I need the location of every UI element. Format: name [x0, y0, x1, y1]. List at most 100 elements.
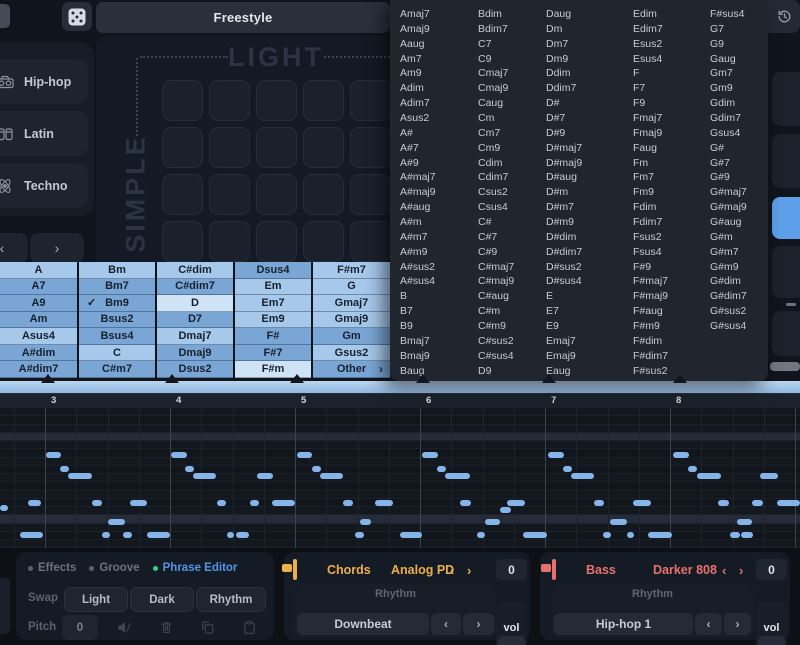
- chord-cell-dsus4[interactable]: Dsus4: [235, 262, 311, 279]
- chord-menu-item[interactable]: C#sus4: [478, 349, 514, 364]
- chord-menu-item[interactable]: Bdim: [478, 7, 514, 22]
- region-marker[interactable]: [165, 374, 179, 383]
- midi-note[interactable]: [272, 500, 295, 506]
- chord-cell-dmaj7[interactable]: Dmaj7: [157, 328, 233, 345]
- chord-menu-item[interactable]: A#sus2: [400, 260, 436, 275]
- style-pad[interactable]: [162, 80, 203, 121]
- bass-pattern-next[interactable]: ›: [724, 613, 751, 635]
- chord-cell-c#dim[interactable]: C#dim: [157, 262, 233, 279]
- chord-menu-item[interactable]: Adim: [400, 81, 436, 96]
- trash-icon[interactable]: [159, 620, 174, 635]
- bass-volume-slider[interactable]: vol: [756, 602, 787, 645]
- chord-menu-item[interactable]: F#sus2: [633, 364, 668, 379]
- window-edge-button[interactable]: [0, 4, 10, 28]
- midi-note[interactable]: [102, 532, 110, 538]
- chord-cell-gsus2[interactable]: Gsus2: [313, 345, 390, 362]
- chord-menu-item[interactable]: Csus2: [478, 185, 514, 200]
- chord-cell-f#m7[interactable]: F#m7: [313, 262, 390, 279]
- chord-menu-item[interactable]: D#maj9: [546, 156, 582, 171]
- chord-menu-item[interactable]: A#m9: [400, 245, 436, 260]
- chord-menu-item[interactable]: Aaug: [400, 37, 436, 52]
- style-pad[interactable]: [350, 80, 391, 121]
- chord-menu-item[interactable]: D9: [478, 364, 514, 379]
- tab-phrase-editor[interactable]: Phrase Editor: [153, 562, 238, 574]
- midi-note[interactable]: [460, 500, 471, 506]
- chord-menu-item[interactable]: B9: [400, 319, 436, 334]
- chord-menu-item[interactable]: Caug: [478, 96, 514, 111]
- chord-menu-item[interactable]: D#: [546, 96, 582, 111]
- midi-note[interactable]: [603, 532, 611, 538]
- chord-menu-item[interactable]: F: [633, 66, 668, 81]
- right-sidebar-button[interactable]: [772, 246, 800, 298]
- right-scroll-handle[interactable]: [770, 362, 800, 371]
- chord-menu-item[interactable]: D#dim7: [546, 245, 582, 260]
- chord-cell-em[interactable]: Em: [235, 279, 311, 296]
- chord-menu-item[interactable]: Fm9: [633, 185, 668, 200]
- genre-prev-button[interactable]: ‹: [0, 233, 28, 263]
- midi-note[interactable]: [0, 505, 8, 511]
- chord-menu-item[interactable]: D#m7: [546, 200, 582, 215]
- midi-note[interactable]: [477, 532, 485, 538]
- chord-cell-f#[interactable]: F#: [235, 328, 311, 345]
- chord-cell-c#m7[interactable]: C#m7: [79, 361, 155, 378]
- midi-note[interactable]: [523, 532, 547, 538]
- chord-menu-item[interactable]: C#m: [478, 304, 514, 319]
- midi-note[interactable]: [147, 532, 170, 538]
- chord-cell-bsus2[interactable]: Bsus2: [79, 312, 155, 329]
- midi-note[interactable]: [355, 532, 364, 538]
- chord-menu-item[interactable]: A#maj7: [400, 170, 436, 185]
- chord-cell-c#dim7[interactable]: C#dim7: [157, 279, 233, 296]
- chord-cell-f#7[interactable]: F#7: [235, 345, 311, 362]
- chord-cell-am[interactable]: Am: [0, 312, 77, 329]
- midi-note[interactable]: [563, 466, 572, 472]
- chord-cell-gm[interactable]: Gm: [313, 328, 390, 345]
- genre-button-hip-hop[interactable]: Hip-hop: [0, 59, 88, 104]
- style-pad[interactable]: [162, 127, 203, 168]
- chord-menu-item[interactable]: G#9: [710, 170, 747, 185]
- chord-menu-item[interactable]: D#m9: [546, 215, 582, 230]
- style-pad[interactable]: [209, 174, 250, 215]
- chord-menu-item[interactable]: Csus4: [478, 200, 514, 215]
- chord-menu-item[interactable]: Emaj9: [546, 349, 582, 364]
- chord-menu-item[interactable]: C#m9: [478, 319, 514, 334]
- chord-menu-item[interactable]: C#maj7: [478, 260, 514, 275]
- chord-menu-item[interactable]: Fsus4: [633, 245, 668, 260]
- midi-note[interactable]: [257, 473, 273, 479]
- midi-note[interactable]: [760, 473, 778, 479]
- bass-preset-prev[interactable]: ‹: [722, 563, 726, 578]
- chord-cell-g[interactable]: G: [313, 279, 390, 296]
- chord-cell-gmaj7[interactable]: Gmaj7: [313, 295, 390, 312]
- right-sidebar-button[interactable]: [772, 72, 800, 126]
- midi-note[interactable]: [627, 532, 634, 538]
- chord-menu-item[interactable]: Asus2: [400, 111, 436, 126]
- chord-menu-item[interactable]: C#9: [478, 245, 514, 260]
- chord-menu-item[interactable]: Fmaj7: [633, 111, 668, 126]
- style-pad[interactable]: [350, 127, 391, 168]
- chord-menu-item[interactable]: Cmaj7: [478, 66, 514, 81]
- chord-menu-item[interactable]: Am7: [400, 52, 436, 67]
- midi-note[interactable]: [193, 473, 216, 479]
- chord-menu-item[interactable]: G#dim7: [710, 289, 747, 304]
- chord-menu-item[interactable]: Dm: [546, 22, 582, 37]
- chord-menu-item[interactable]: Faug: [633, 141, 668, 156]
- midi-note[interactable]: [375, 500, 393, 506]
- midi-note[interactable]: [217, 500, 226, 506]
- midi-note[interactable]: [312, 466, 321, 472]
- style-pad[interactable]: [350, 221, 391, 262]
- style-pad[interactable]: [209, 221, 250, 262]
- chord-menu-item[interactable]: G7: [710, 22, 747, 37]
- style-pad[interactable]: [303, 174, 344, 215]
- chord-menu-item[interactable]: F#dim7: [633, 349, 668, 364]
- chord-menu-item[interactable]: B: [400, 289, 436, 304]
- style-pad[interactable]: [303, 127, 344, 168]
- chord-menu-item[interactable]: Gm7: [710, 66, 747, 81]
- midi-note[interactable]: [633, 500, 651, 506]
- chord-menu-item[interactable]: Ddim7: [546, 81, 582, 96]
- chord-cell-bm7[interactable]: Bm7: [79, 279, 155, 296]
- midi-note[interactable]: [610, 519, 627, 525]
- chord-menu-item[interactable]: F#maj9: [633, 289, 668, 304]
- chord-menu-item[interactable]: A#maj9: [400, 185, 436, 200]
- chord-menu-item[interactable]: Adim7: [400, 96, 436, 111]
- chord-cell-d7[interactable]: D7: [157, 312, 233, 329]
- chord-cell-dmaj9[interactable]: Dmaj9: [157, 345, 233, 362]
